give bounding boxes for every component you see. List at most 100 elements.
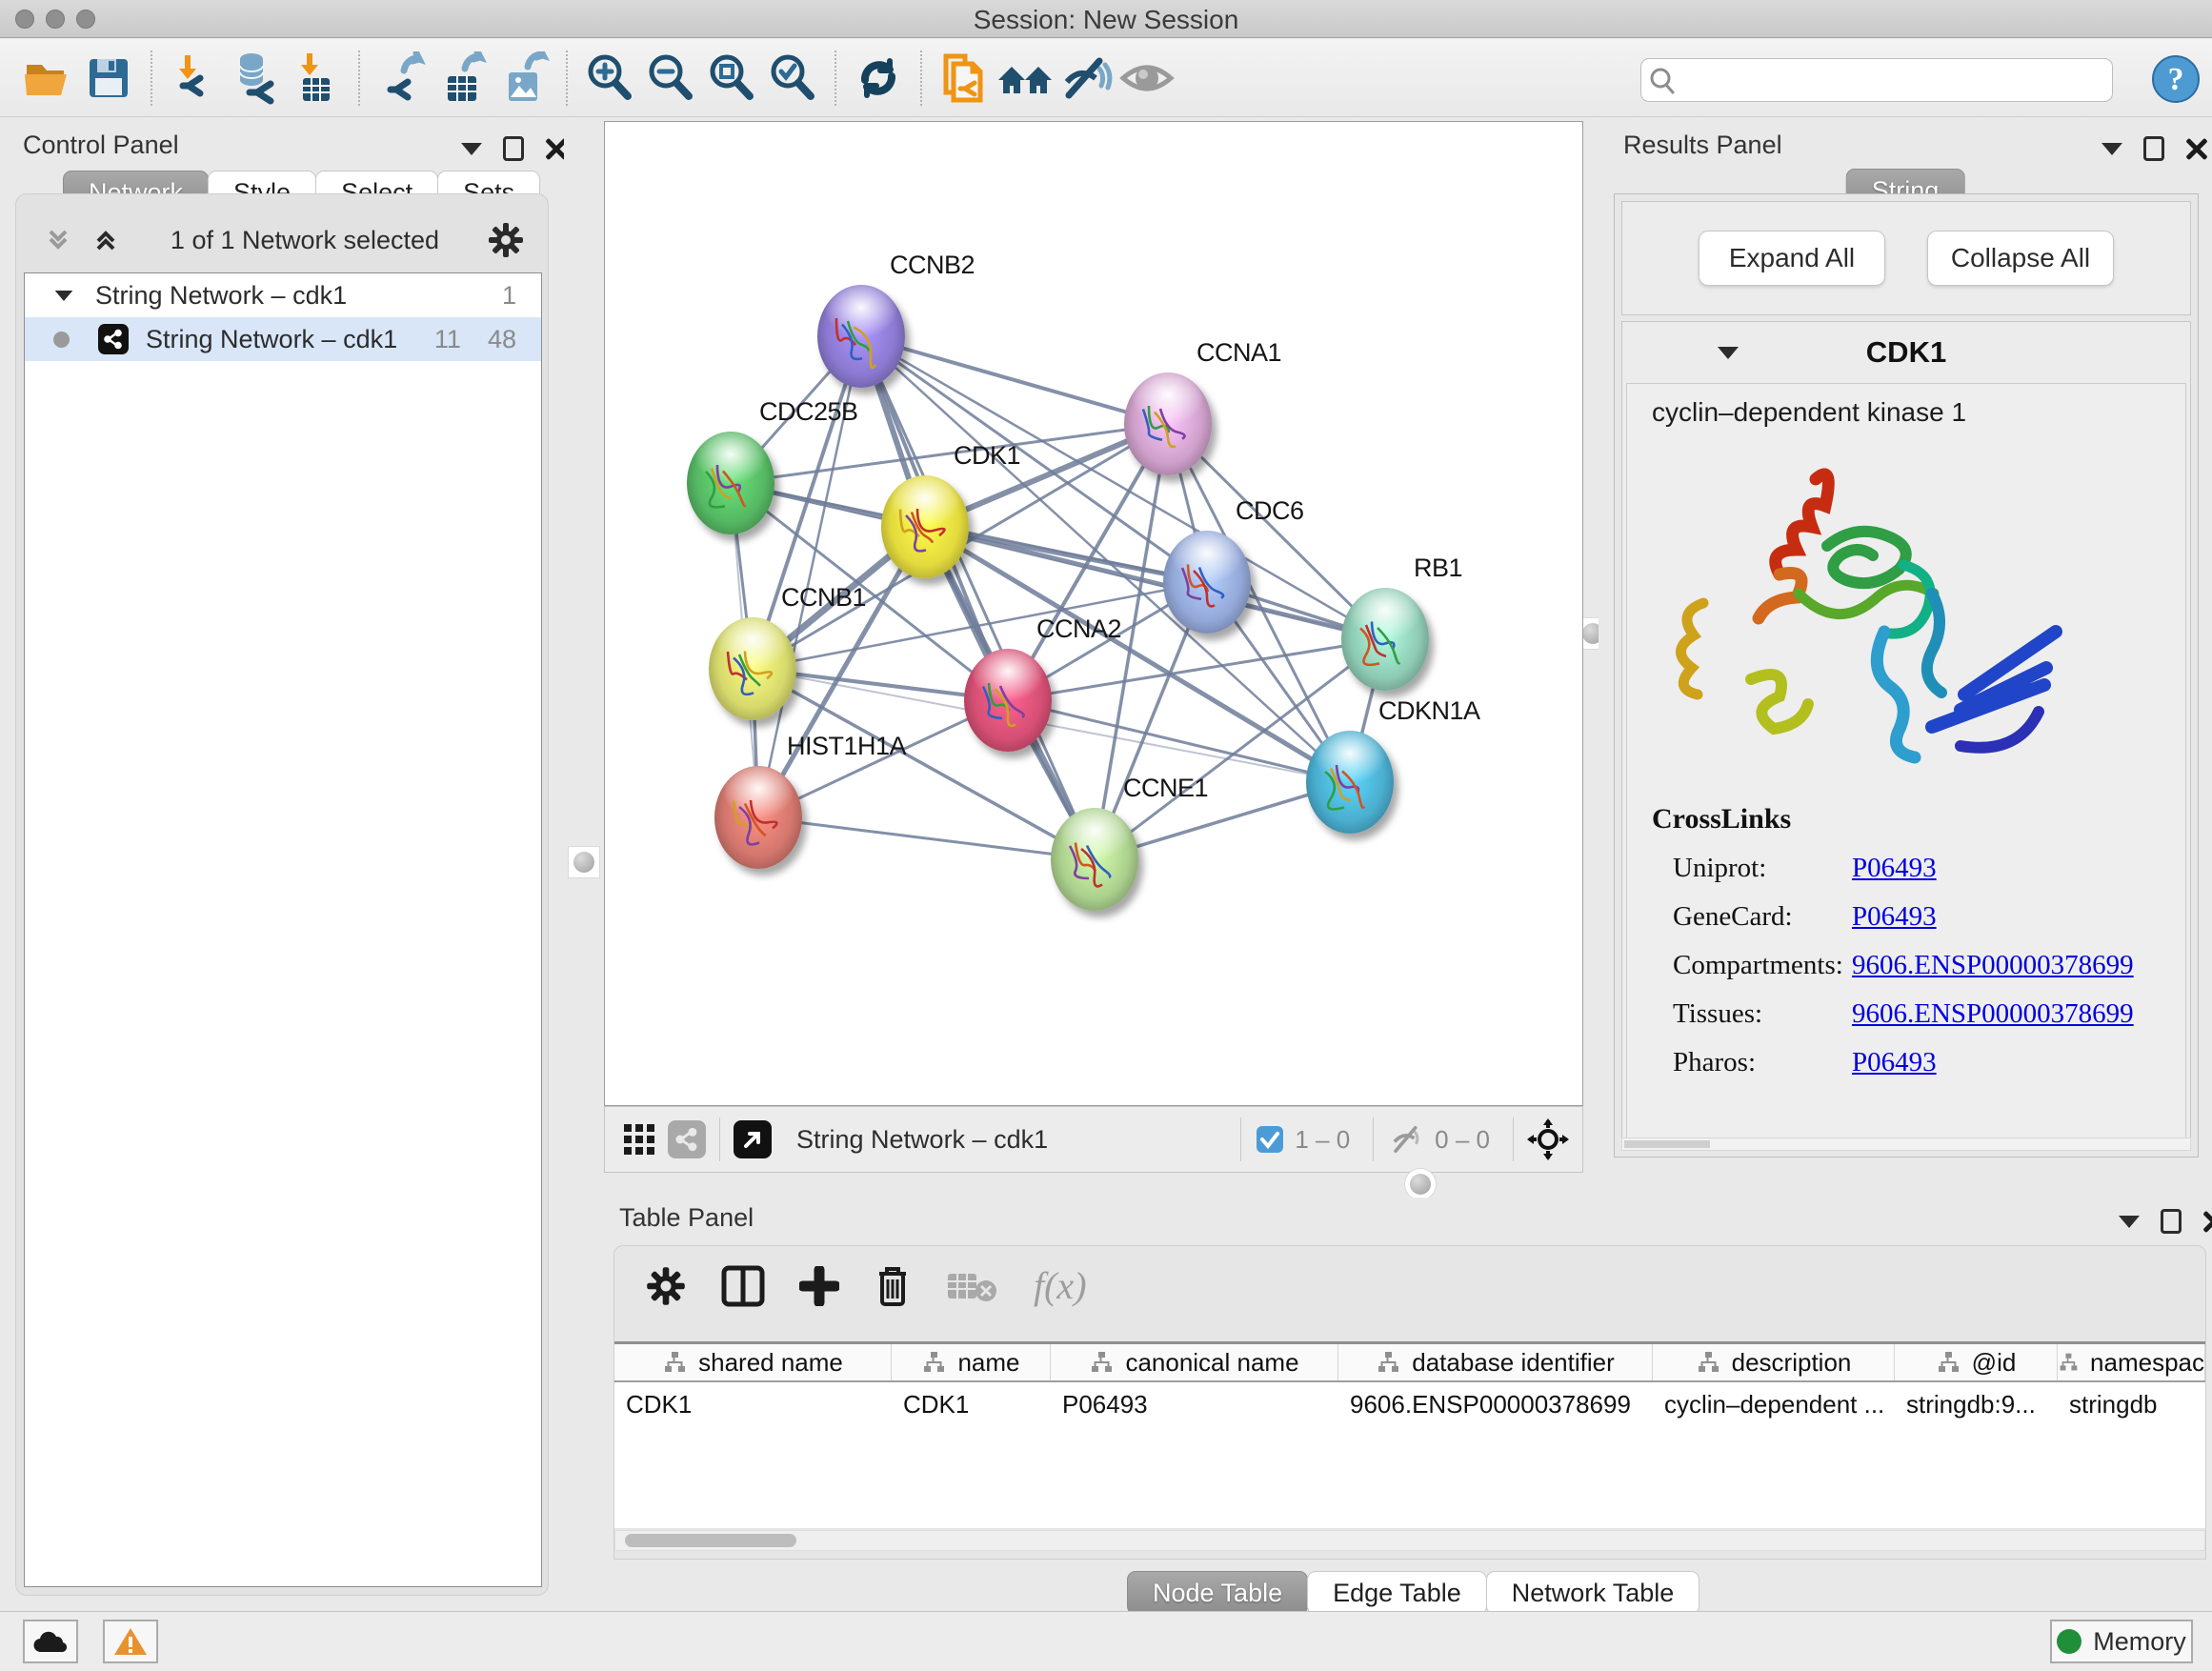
- results-panel-float-icon[interactable]: [2143, 136, 2164, 161]
- node-RB1[interactable]: [1341, 588, 1429, 691]
- crosslink-link[interactable]: 9606.ENSP00000378699: [1852, 998, 2134, 1030]
- node-structure-glyph: [1136, 397, 1200, 456]
- table-hscrollbar[interactable]: [614, 1530, 2205, 1551]
- birdseye-grid-icon[interactable]: [620, 1120, 658, 1158]
- table-panel-close-icon[interactable]: [2202, 1210, 2212, 1233]
- save-session-icon[interactable]: [78, 48, 139, 109]
- control-panel-menu-icon[interactable]: [461, 143, 482, 155]
- search-input[interactable]: [1683, 61, 2112, 99]
- crosslink-link[interactable]: 9606.ENSP00000378699: [1852, 950, 2134, 981]
- crosslink-link[interactable]: P06493: [1852, 853, 1937, 884]
- zoom-fit-icon[interactable]: [701, 48, 762, 109]
- table-cell[interactable]: stringdb: [2058, 1382, 2205, 1426]
- tab-network-table[interactable]: Network Table: [1486, 1571, 1700, 1615]
- table-panel-menu-icon[interactable]: [2119, 1216, 2140, 1228]
- network-selection-status: 1 of 1 Network selected: [123, 226, 487, 255]
- import-network-from-file-icon[interactable]: [164, 48, 225, 109]
- edge-CCNB2-CCNA1[interactable]: [861, 336, 1168, 424]
- node-CCNB2[interactable]: [817, 285, 905, 388]
- node-CCNA1[interactable]: [1124, 372, 1212, 475]
- table-cell[interactable]: cyclin–dependent ...: [1653, 1382, 1895, 1426]
- node-CDK1[interactable]: [881, 475, 969, 578]
- show-columns-icon[interactable]: [721, 1265, 765, 1307]
- results-panel-menu-icon[interactable]: [2101, 143, 2122, 155]
- control-panel-title: Control Panel: [23, 131, 179, 160]
- node-CDKN1A[interactable]: [1306, 731, 1394, 834]
- table-cell[interactable]: P06493: [1051, 1382, 1338, 1426]
- collection-expand-icon[interactable]: [55, 290, 73, 300]
- window-title: Session: New Session: [0, 5, 2212, 35]
- table-gear-icon[interactable]: [645, 1265, 687, 1307]
- results-scrollbar[interactable]: [1621, 1137, 2191, 1151]
- left-splitter[interactable]: [564, 117, 604, 1610]
- export-image-icon[interactable]: [493, 48, 554, 109]
- node-label-HIST1H1A: HIST1H1A: [787, 732, 906, 761]
- show-all-houses-icon[interactable]: [995, 48, 1056, 109]
- table-row[interactable]: CDK1CDK1P064939606.ENSP00000378699cyclin…: [614, 1382, 2205, 1426]
- table-panel-float-icon[interactable]: [2161, 1209, 2182, 1234]
- collapse-all-chevron-icon[interactable]: [89, 224, 123, 256]
- column-header-name[interactable]: name: [892, 1344, 1051, 1380]
- node-table: shared namenamecanonical namedatabase id…: [614, 1341, 2205, 1528]
- create-column-plus-icon[interactable]: [799, 1266, 839, 1306]
- expand-all-chevron-icon[interactable]: [41, 224, 75, 256]
- gene-entry: CDK1 cyclin–dependent kinase 1: [1621, 321, 2191, 1144]
- import-table-from-file-icon[interactable]: [286, 48, 347, 109]
- tab-edge-table[interactable]: Edge Table: [1307, 1571, 1487, 1615]
- cloud-button[interactable]: [23, 1620, 78, 1663]
- network-collection-row[interactable]: String Network – cdk1 1: [25, 273, 541, 317]
- node-CDC25B[interactable]: [687, 432, 774, 534]
- export-table-icon[interactable]: [432, 48, 493, 109]
- warnings-button[interactable]: [103, 1620, 158, 1663]
- results-panel-close-icon[interactable]: [2185, 137, 2208, 160]
- table-cell[interactable]: CDK1: [614, 1382, 892, 1426]
- selected-checkbox-icon[interactable]: [1255, 1124, 1285, 1155]
- refresh-icon[interactable]: [848, 48, 909, 109]
- node-structure-glyph: [1062, 833, 1127, 892]
- network-node-count: 11: [434, 325, 461, 354]
- network-canvas[interactable]: CCNB2CCNA1CDC25BCDK1CDC6RB1CCNB1CCNA2CDK…: [604, 121, 1583, 1106]
- pan-crosshair-icon[interactable]: [1527, 1118, 1569, 1160]
- network-row[interactable]: String Network – cdk1 11 48: [25, 317, 541, 361]
- crosslink-link[interactable]: P06493: [1852, 1047, 1937, 1078]
- collapse-all-button[interactable]: Collapse All: [1927, 231, 2114, 286]
- node-label-CCNA1: CCNA1: [1196, 338, 1281, 368]
- crosslink-label: Pharos:: [1652, 1047, 1852, 1078]
- column-header--id[interactable]: @id: [1895, 1344, 2058, 1380]
- table-cell[interactable]: stringdb:9...: [1895, 1382, 2058, 1426]
- open-session-icon[interactable]: [17, 48, 78, 109]
- hide-selected-eye-icon[interactable]: [1056, 48, 1116, 109]
- edge-HIST1H1A-CCNE1[interactable]: [758, 817, 1095, 859]
- import-network-from-database-icon[interactable]: [225, 48, 286, 109]
- table-cell[interactable]: CDK1: [892, 1382, 1051, 1426]
- open-in-new-window-icon[interactable]: [734, 1120, 772, 1158]
- current-network-dot-icon: [53, 332, 70, 348]
- node-HIST1H1A[interactable]: [714, 766, 802, 869]
- hidden-eye-icon[interactable]: [1387, 1123, 1425, 1156]
- crosslink-link[interactable]: P06493: [1852, 901, 1937, 933]
- table-cell[interactable]: 9606.ENSP00000378699: [1338, 1382, 1653, 1426]
- memory-button[interactable]: Memory: [2050, 1620, 2193, 1663]
- delete-column-trash-icon[interactable]: [874, 1264, 912, 1308]
- crosslink-row: Tissues:9606.ENSP00000378699: [1652, 998, 2134, 1030]
- zoom-in-icon[interactable]: [579, 48, 640, 109]
- zoom-selected-icon[interactable]: [762, 48, 823, 109]
- node-CDC6[interactable]: [1163, 531, 1251, 634]
- node-CCNE1[interactable]: [1051, 808, 1138, 911]
- node-CCNA2[interactable]: [964, 649, 1052, 752]
- column-header-description[interactable]: description: [1653, 1344, 1895, 1380]
- node-CCNB1[interactable]: [709, 617, 796, 720]
- expand-all-button[interactable]: Expand All: [1699, 231, 1885, 286]
- help-icon[interactable]: ?: [2151, 54, 2201, 104]
- edge-CCNB2-CCNE1[interactable]: [861, 336, 1095, 859]
- column-header-canonical-name[interactable]: canonical name: [1051, 1344, 1338, 1380]
- column-header-database-identifier[interactable]: database identifier: [1338, 1344, 1653, 1380]
- tab-node-table[interactable]: Node Table: [1127, 1571, 1308, 1615]
- zoom-out-icon[interactable]: [640, 48, 701, 109]
- first-neighbors-icon[interactable]: [934, 48, 995, 109]
- export-network-icon[interactable]: [372, 48, 432, 109]
- column-header-namespac[interactable]: namespac: [2058, 1344, 2205, 1380]
- column-header-shared-name[interactable]: shared name: [614, 1344, 892, 1380]
- network-options-gear-icon[interactable]: [487, 221, 525, 259]
- control-panel-float-icon[interactable]: [503, 136, 524, 161]
